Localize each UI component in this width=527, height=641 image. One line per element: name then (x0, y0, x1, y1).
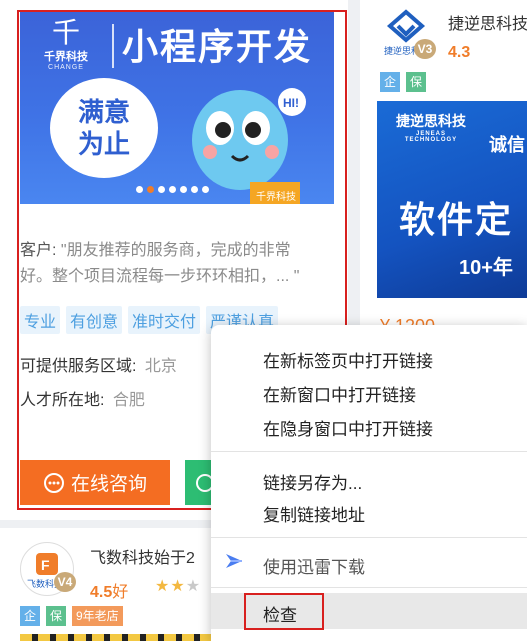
banner-headline: 软件定 (399, 199, 514, 240)
menu-open-new-window[interactable]: 在新窗口中打开链接 (263, 381, 416, 406)
service-banner[interactable]: 捷逆思科技 JENEAS TECHNOLOGY 诚信 软件定 10+年 (377, 101, 527, 298)
svg-text:F: F (41, 557, 50, 573)
stars-empty: ★ (185, 578, 202, 595)
company-name[interactable]: 捷逆思科技 (448, 10, 527, 34)
banner-logo-text: 捷逆思科技 (396, 113, 466, 129)
rating-suffix: 好 (112, 584, 129, 601)
stars-filled: ★★ (155, 578, 186, 595)
rating-value: 4.5好 (90, 578, 128, 602)
rating-value: 4.3 (448, 44, 471, 61)
enterprise-badge: 企 (20, 606, 40, 626)
highlight-inspect (244, 593, 324, 630)
star-rating: ★★★ (155, 576, 201, 596)
guarantee-badge: 保 (46, 606, 66, 626)
banner-year: 10+年 (459, 257, 513, 279)
menu-copy-link[interactable]: 复制链接地址 (263, 501, 365, 526)
menu-open-new-tab[interactable]: 在新标签页中打开链接 (263, 347, 433, 372)
menu-open-incognito[interactable]: 在隐身窗口中打开链接 (263, 415, 433, 440)
enterprise-badge: 企 (380, 72, 400, 92)
level-badge: V3 (414, 39, 436, 59)
menu-thunder-download[interactable]: 使用迅雷下载 (263, 553, 365, 578)
rating-number: 4.5 (90, 584, 113, 601)
service-card-jieni[interactable]: 捷逆思科技 V3 捷逆思科技 4.3 企 保 捷逆思科技 JENEAS TECH… (360, 0, 527, 340)
banner-slogan: 诚信 (489, 135, 525, 155)
guarantee-badge: 保 (406, 72, 426, 92)
banner-logo-en: JENEAS TECHNOLOGY (404, 131, 458, 143)
menu-separator (211, 451, 527, 452)
menu-save-link-as[interactable]: 链接另存为... (263, 469, 362, 494)
banner-logo: 捷逆思科技 JENEAS TECHNOLOGY (391, 111, 471, 143)
level-badge: V4 (54, 572, 76, 592)
age-badge: 9年老店 (72, 606, 123, 626)
menu-separator (211, 537, 527, 538)
thunder-icon (226, 554, 242, 568)
menu-separator (211, 587, 527, 588)
company-name[interactable]: 飞数科技始于2 (90, 544, 195, 568)
